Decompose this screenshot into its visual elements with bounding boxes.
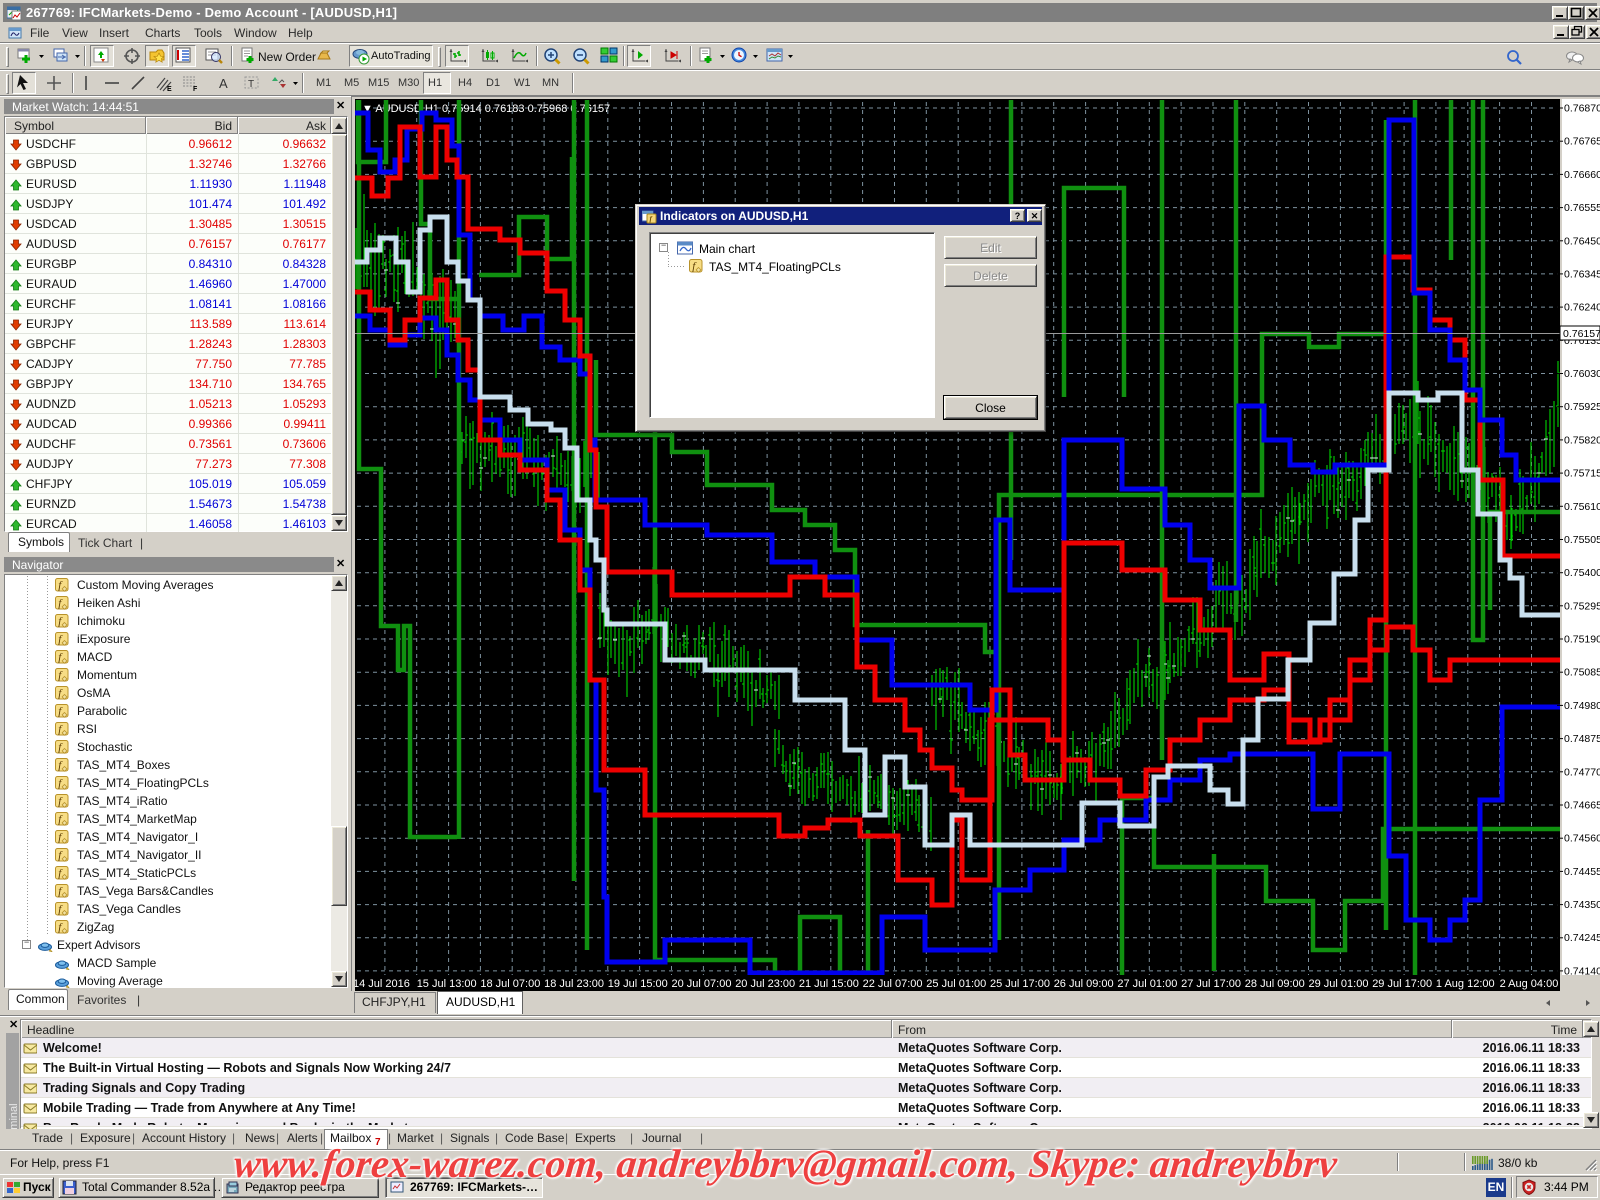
svg-text:0.74455: 0.74455 <box>1564 866 1600 878</box>
svg-text:0.74350: 0.74350 <box>1564 899 1600 911</box>
svg-text:29 Jul 01:00: 29 Jul 01:00 <box>1309 978 1369 990</box>
svg-text:18 Jul 07:00: 18 Jul 07:00 <box>480 978 540 990</box>
svg-text:0.75610: 0.75610 <box>1564 501 1600 513</box>
svg-text:0.75505: 0.75505 <box>1564 534 1600 546</box>
svg-text:25 Jul 17:00: 25 Jul 17:00 <box>990 978 1050 990</box>
svg-text:27 Jul 01:00: 27 Jul 01:00 <box>1117 978 1177 990</box>
svg-text:27 Jul 17:00: 27 Jul 17:00 <box>1181 978 1241 990</box>
svg-text:T: T <box>248 79 254 90</box>
svg-text:15 Jul 13:00: 15 Jul 13:00 <box>417 978 477 990</box>
svg-text:0.74980: 0.74980 <box>1564 700 1600 712</box>
svg-text:0.75715: 0.75715 <box>1564 468 1600 480</box>
svg-text:0.75820: 0.75820 <box>1564 434 1600 446</box>
svg-text:20 Jul 07:00: 20 Jul 07:00 <box>672 978 732 990</box>
svg-text:29 Jul 17:00: 29 Jul 17:00 <box>1372 978 1432 990</box>
svg-text:25 Jul 01:00: 25 Jul 01:00 <box>926 978 986 990</box>
svg-text:0.74875: 0.74875 <box>1564 733 1600 745</box>
svg-text:0.76870: 0.76870 <box>1564 103 1600 115</box>
svg-text:14 Jul 2016: 14 Jul 2016 <box>355 978 410 990</box>
svg-text:0.76555: 0.76555 <box>1564 202 1600 214</box>
svg-text:E: E <box>167 86 172 92</box>
svg-text:0.76030: 0.76030 <box>1564 368 1600 380</box>
svg-text:0.75400: 0.75400 <box>1564 567 1600 579</box>
svg-text:0.75295: 0.75295 <box>1564 600 1600 612</box>
svg-text:0.74140: 0.74140 <box>1564 965 1600 977</box>
svg-text:0.76240: 0.76240 <box>1564 302 1600 314</box>
svg-text:22 Jul 07:00: 22 Jul 07:00 <box>863 978 923 990</box>
svg-text:28 Jul 09:00: 28 Jul 09:00 <box>1245 978 1305 990</box>
svg-text:0.76345: 0.76345 <box>1564 268 1600 280</box>
svg-text:18 Jul 23:00: 18 Jul 23:00 <box>544 978 604 990</box>
svg-text:2 Aug 04:00: 2 Aug 04:00 <box>1500 978 1559 990</box>
svg-text:0.74770: 0.74770 <box>1564 766 1600 778</box>
svg-text:0.76157: 0.76157 <box>1563 328 1600 340</box>
svg-text:0.75925: 0.75925 <box>1564 401 1600 413</box>
svg-text:0.74665: 0.74665 <box>1564 800 1600 812</box>
svg-text:0.76765: 0.76765 <box>1564 136 1600 148</box>
svg-text:0.76660: 0.76660 <box>1564 169 1600 181</box>
svg-text:26 Jul 09:00: 26 Jul 09:00 <box>1054 978 1114 990</box>
svg-text:19 Jul 15:00: 19 Jul 15:00 <box>608 978 668 990</box>
svg-text:0.75190: 0.75190 <box>1564 634 1600 646</box>
svg-text:0.74245: 0.74245 <box>1564 932 1600 944</box>
svg-text:A: A <box>219 76 228 91</box>
svg-text:0.76450: 0.76450 <box>1564 235 1600 247</box>
svg-text:21 Jul 15:00: 21 Jul 15:00 <box>799 978 859 990</box>
svg-text:20 Jul 23:00: 20 Jul 23:00 <box>735 978 795 990</box>
svg-text:0.74560: 0.74560 <box>1564 833 1600 845</box>
svg-text:0.75085: 0.75085 <box>1564 667 1600 679</box>
svg-text:F: F <box>193 86 198 92</box>
svg-text:1 Aug 12:00: 1 Aug 12:00 <box>1436 978 1495 990</box>
